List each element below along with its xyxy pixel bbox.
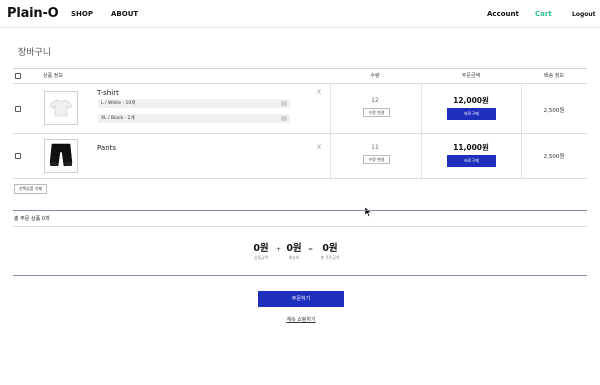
quantity-value: 12 <box>371 97 379 104</box>
total-amount-value: 0원 <box>322 243 338 254</box>
header-order-amount: 주문금액 <box>461 73 481 79</box>
product-thumbnail[interactable] <box>44 139 78 173</box>
top-header: Plain-O SHOP ABOUT Account Cart Logout <box>0 0 600 28</box>
option-item: L / White - 10개 <box>98 99 290 108</box>
logo[interactable]: Plain-O <box>7 6 59 21</box>
header-product-info: 상품 정보 <box>43 73 63 79</box>
summary-divider <box>13 226 587 227</box>
change-quantity-button[interactable]: 수량 변경 <box>363 155 390 164</box>
remove-item-button[interactable]: X <box>317 89 321 96</box>
order-price: 12,000원 <box>453 96 489 105</box>
option-remove-button[interactable] <box>281 101 287 106</box>
nav-logout[interactable]: Logout <box>572 11 596 18</box>
buy-now-button[interactable]: 바로구매 <box>447 155 496 167</box>
column-divider <box>421 84 422 133</box>
total-items-count: 총 주문 상품 0개 <box>14 216 50 222</box>
column-divider <box>421 134 422 178</box>
option-item: XL / Black - 2개 <box>98 114 290 123</box>
nav-account[interactable]: Account <box>487 10 519 18</box>
shipping-fee: 2,500원 <box>543 154 565 160</box>
continue-shopping-link[interactable]: 계속 쇼핑하기 <box>258 316 344 323</box>
column-divider <box>330 84 331 133</box>
row-checkbox[interactable] <box>15 106 21 112</box>
page-title: 장바구니 <box>18 48 52 58</box>
remove-item-button[interactable]: X <box>317 144 321 151</box>
row-divider <box>13 178 587 179</box>
table-header-divider <box>13 83 587 84</box>
table-top-border <box>13 68 587 69</box>
total-amount-label: 총 주문금액 <box>320 255 340 260</box>
shipping-fee: 2,500원 <box>543 108 565 114</box>
order-button[interactable]: 주문하기 <box>258 291 344 307</box>
column-divider <box>330 134 331 178</box>
white-tshirt-icon <box>50 99 72 117</box>
nav-cart[interactable]: Cart <box>535 10 552 18</box>
black-pants-icon <box>49 143 73 167</box>
option-label: L / White - 10개 <box>101 101 136 106</box>
select-all-checkbox[interactable] <box>15 73 21 79</box>
summary-top-border <box>13 210 587 211</box>
buy-now-button[interactable]: 바로구매 <box>447 108 496 120</box>
header-shipping: 배송 정보 <box>544 73 564 79</box>
row-checkbox[interactable] <box>15 153 21 159</box>
product-name[interactable]: Pants <box>97 144 116 152</box>
product-name[interactable]: T-shirt <box>97 89 119 97</box>
option-remove-button[interactable] <box>281 116 287 121</box>
nav-about[interactable]: ABOUT <box>111 10 138 18</box>
quantity-value: 11 <box>371 144 379 151</box>
mouse-cursor-icon <box>364 202 372 221</box>
change-quantity-button[interactable]: 수량 변경 <box>363 108 390 117</box>
nav-shop[interactable]: SHOP <box>71 10 93 18</box>
order-price: 11,000원 <box>453 143 489 152</box>
option-label: XL / Black - 2개 <box>101 116 135 121</box>
row-divider <box>13 133 587 134</box>
summary-bottom-border <box>13 275 587 276</box>
shipping-fee-label: 배송비 <box>288 255 300 260</box>
delete-selected-button[interactable]: 선택상품 삭제 <box>14 184 47 194</box>
product-thumbnail[interactable] <box>44 91 78 125</box>
header-quantity: 수량 <box>370 73 380 79</box>
